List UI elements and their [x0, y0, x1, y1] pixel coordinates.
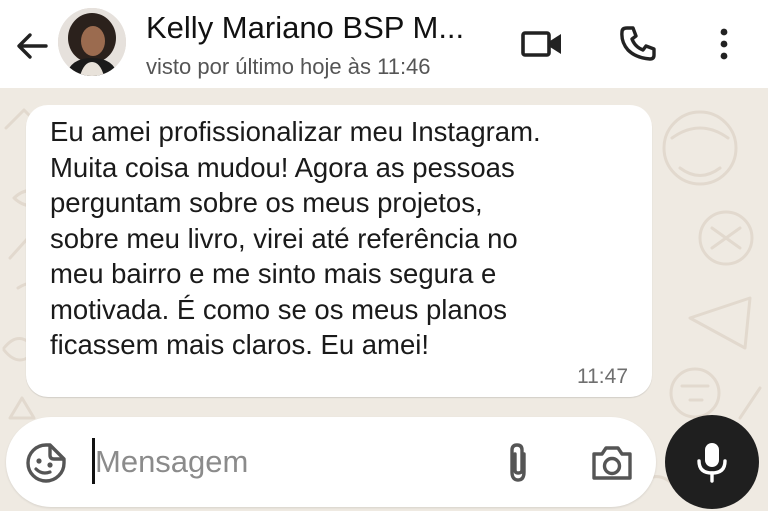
paperclip-icon[interactable] [498, 440, 538, 486]
video-call-icon[interactable] [520, 22, 564, 66]
phone-call-icon[interactable] [616, 22, 660, 66]
message-timestamp: 11:47 [577, 365, 628, 388]
microphone-button[interactable] [665, 415, 759, 509]
contact-avatar[interactable] [58, 8, 126, 76]
message-text: Eu amei profissionalizar meu Instagram. … [50, 116, 541, 360]
back-arrow-icon[interactable] [12, 26, 52, 66]
microphone-icon [697, 443, 727, 483]
contact-name[interactable]: Kelly Mariano BSP M... [146, 10, 464, 46]
sticker-emoji-icon[interactable] [24, 441, 68, 485]
message-input[interactable]: Mensagem [95, 444, 248, 480]
camera-icon[interactable] [588, 440, 636, 486]
last-seen-status: visto por último hoje às 11:46 [146, 54, 431, 79]
chat-header: Kelly Mariano BSP M... visto por último … [0, 0, 768, 88]
more-options-icon[interactable] [702, 22, 746, 66]
